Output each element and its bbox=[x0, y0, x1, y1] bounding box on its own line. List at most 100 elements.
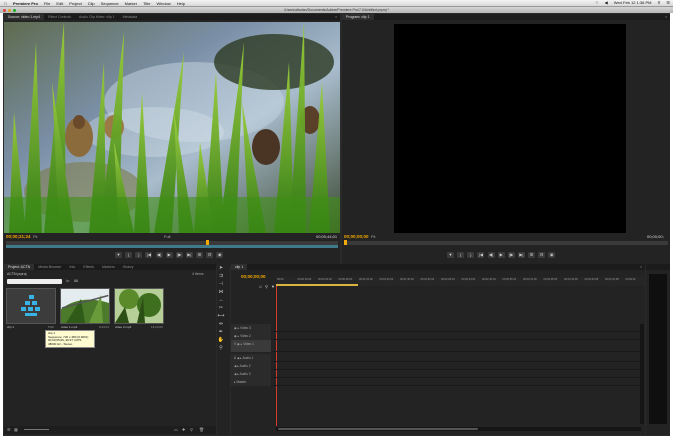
minimize-window-icon[interactable] bbox=[8, 8, 11, 12]
go-to-out-button[interactable]: ▶| bbox=[517, 252, 525, 258]
program-fit-dropdown[interactable]: Fit bbox=[371, 234, 375, 239]
step-back-button[interactable]: ◀| bbox=[155, 252, 163, 258]
clock[interactable]: Wed Feb 12 1:36 PM bbox=[611, 0, 655, 6]
program-time-ruler[interactable] bbox=[344, 240, 668, 245]
in-filter-dropdown[interactable]: All bbox=[74, 279, 78, 283]
ripple-edit-tool-icon[interactable]: ⊣ bbox=[217, 280, 225, 288]
wifi-icon[interactable]: ⌔ bbox=[592, 0, 602, 6]
slide-tool-icon[interactable]: ⇹ bbox=[217, 320, 225, 328]
work-area-bar[interactable] bbox=[276, 284, 358, 286]
slip-tool-icon[interactable]: ⟷ bbox=[217, 312, 225, 320]
zoom-window-icon[interactable] bbox=[13, 8, 16, 12]
tab-sequence-clip-1[interactable]: clip 1 bbox=[231, 264, 248, 270]
find-icon[interactable]: ⚲ bbox=[190, 427, 193, 432]
menu-project[interactable]: Project bbox=[66, 1, 84, 6]
source-timecode-in[interactable]: 00;00;21;24 bbox=[6, 234, 31, 239]
rolling-edit-tool-icon[interactable]: ⋈ bbox=[217, 288, 225, 296]
track-source-a[interactable]: A bbox=[234, 356, 236, 360]
timeline-scroll-thumb[interactable] bbox=[278, 428, 478, 430]
track-header[interactable]: ◀ ▸ Audio 3 bbox=[231, 370, 271, 378]
source-fit-dropdown[interactable]: Fit bbox=[33, 234, 37, 239]
tab-markers[interactable]: Markers bbox=[98, 264, 119, 270]
timeline-ruler[interactable]: 00;00 00;00;16;00 00;00;32;00 00;00;48;00 00… bbox=[276, 277, 645, 286]
panel-menu-icon[interactable]: ≡ bbox=[665, 15, 670, 19]
tab-project[interactable]: Project: ACTN bbox=[4, 264, 35, 270]
tab-source[interactable]: Source: video 1.mp4 bbox=[4, 14, 45, 20]
menu-sequence[interactable]: Sequence bbox=[98, 1, 122, 6]
zoom-slider[interactable] bbox=[24, 429, 49, 430]
program-timecode-in[interactable]: 00;00;00;00 bbox=[344, 234, 369, 239]
track-select-tool-icon[interactable]: ⇉ bbox=[217, 272, 225, 280]
go-to-in-button[interactable]: |◀ bbox=[145, 252, 153, 258]
volume-icon[interactable]: ◀ bbox=[602, 0, 611, 6]
linked-selection-icon[interactable]: ⚲ bbox=[265, 284, 268, 289]
project-item-video-2[interactable] bbox=[114, 288, 164, 324]
notification-center-icon[interactable]: ☰ bbox=[663, 0, 673, 6]
add-marker-button[interactable]: ▼ bbox=[115, 252, 122, 258]
mark-out-button[interactable]: } bbox=[467, 252, 475, 258]
track-header[interactable]: ◉ ▸ Video 2 bbox=[231, 332, 271, 340]
project-item-video-1[interactable] bbox=[60, 288, 110, 324]
tab-metadata[interactable]: Metadata bbox=[119, 14, 142, 20]
apple-menu-icon[interactable]:  bbox=[0, 1, 10, 6]
razor-tool-icon[interactable]: ✂ bbox=[217, 304, 225, 312]
mark-out-button[interactable]: } bbox=[135, 252, 143, 258]
step-back-button[interactable]: ◀| bbox=[487, 252, 495, 258]
hand-tool-icon[interactable]: ✋ bbox=[217, 336, 225, 344]
list-view-icon[interactable]: ☰ bbox=[7, 427, 11, 432]
step-forward-button[interactable]: |▶ bbox=[175, 252, 183, 258]
add-marker-icon[interactable]: ▼ bbox=[271, 284, 275, 289]
selection-tool-icon[interactable]: ➤ bbox=[217, 264, 225, 272]
extract-button[interactable]: ⊟ bbox=[538, 252, 546, 258]
timeline-scrollbar[interactable] bbox=[276, 427, 641, 431]
menu-edit[interactable]: Edit bbox=[53, 1, 66, 6]
menu-title[interactable]: Title bbox=[140, 1, 153, 6]
step-forward-button[interactable]: |▶ bbox=[507, 252, 515, 258]
timeline-timecode[interactable]: 00;00;00;00 bbox=[241, 274, 266, 279]
project-item-clip-1[interactable] bbox=[6, 288, 56, 324]
mark-in-button[interactable]: { bbox=[125, 252, 133, 258]
tab-media-browser[interactable]: Media Browser bbox=[34, 264, 65, 270]
menu-app-name[interactable]: Premiere Pro bbox=[10, 1, 41, 6]
close-window-icon[interactable] bbox=[3, 8, 6, 12]
project-search-input[interactable] bbox=[7, 279, 62, 284]
overwrite-button[interactable]: ⊟ bbox=[206, 252, 214, 258]
play-button[interactable]: ▶ bbox=[497, 252, 505, 258]
tab-history[interactable]: History bbox=[119, 264, 138, 270]
program-playhead[interactable] bbox=[344, 240, 347, 245]
source-zoom-bar[interactable] bbox=[6, 245, 338, 248]
timeline-vertical-scrollbar[interactable] bbox=[640, 324, 644, 424]
go-to-out-button[interactable]: ▶| bbox=[185, 252, 193, 258]
play-button[interactable]: ▶ bbox=[165, 252, 173, 258]
menu-clip[interactable]: Clip bbox=[85, 1, 98, 6]
go-to-in-button[interactable]: |◀ bbox=[477, 252, 485, 258]
zoom-tool-icon[interactable]: ⚲ bbox=[217, 344, 225, 352]
add-marker-button[interactable]: ▼ bbox=[447, 252, 454, 258]
panel-menu-icon[interactable]: ≡ bbox=[335, 15, 340, 19]
lift-button[interactable]: ⊞ bbox=[528, 252, 535, 258]
track-header[interactable]: ◀ ▸ Audio 2 bbox=[231, 362, 271, 370]
new-item-icon[interactable]: ✚ bbox=[182, 427, 185, 432]
tab-effect-controls[interactable]: Effect Controls bbox=[44, 14, 75, 20]
track-header[interactable]: ◉ ▸ Video 3 bbox=[231, 324, 271, 332]
export-frame-button[interactable]: ◉ bbox=[548, 252, 556, 258]
track-header[interactable]: V ◉ ▸ Video 1 bbox=[231, 340, 271, 352]
track-header[interactable]: A ◀ ▸ Audio 1 bbox=[231, 354, 271, 362]
tab-program[interactable]: Program: clip 1 bbox=[342, 14, 374, 20]
menu-file[interactable]: File bbox=[41, 1, 53, 6]
snap-icon[interactable]: ⊂ bbox=[259, 284, 262, 289]
new-bin-icon[interactable]: ▭ bbox=[174, 427, 178, 432]
delete-icon[interactable]: 🗑 bbox=[199, 427, 204, 432]
track-header[interactable]: ▸ Master bbox=[231, 378, 271, 386]
source-resolution-dropdown[interactable]: Full bbox=[164, 234, 170, 239]
icon-view-icon[interactable]: ▦ bbox=[14, 427, 18, 432]
track-source-v[interactable]: V bbox=[234, 342, 236, 346]
panel-menu-icon[interactable]: ≡ bbox=[640, 265, 645, 269]
tab-effects[interactable]: Effects bbox=[79, 264, 98, 270]
tab-info[interactable]: Info bbox=[66, 264, 80, 270]
pen-tool-icon[interactable]: ✒ bbox=[217, 328, 225, 336]
mark-in-button[interactable]: { bbox=[457, 252, 465, 258]
menu-help[interactable]: Help bbox=[174, 1, 188, 6]
insert-button[interactable]: ⊞ bbox=[196, 252, 203, 258]
export-frame-button[interactable]: ◉ bbox=[216, 252, 224, 258]
